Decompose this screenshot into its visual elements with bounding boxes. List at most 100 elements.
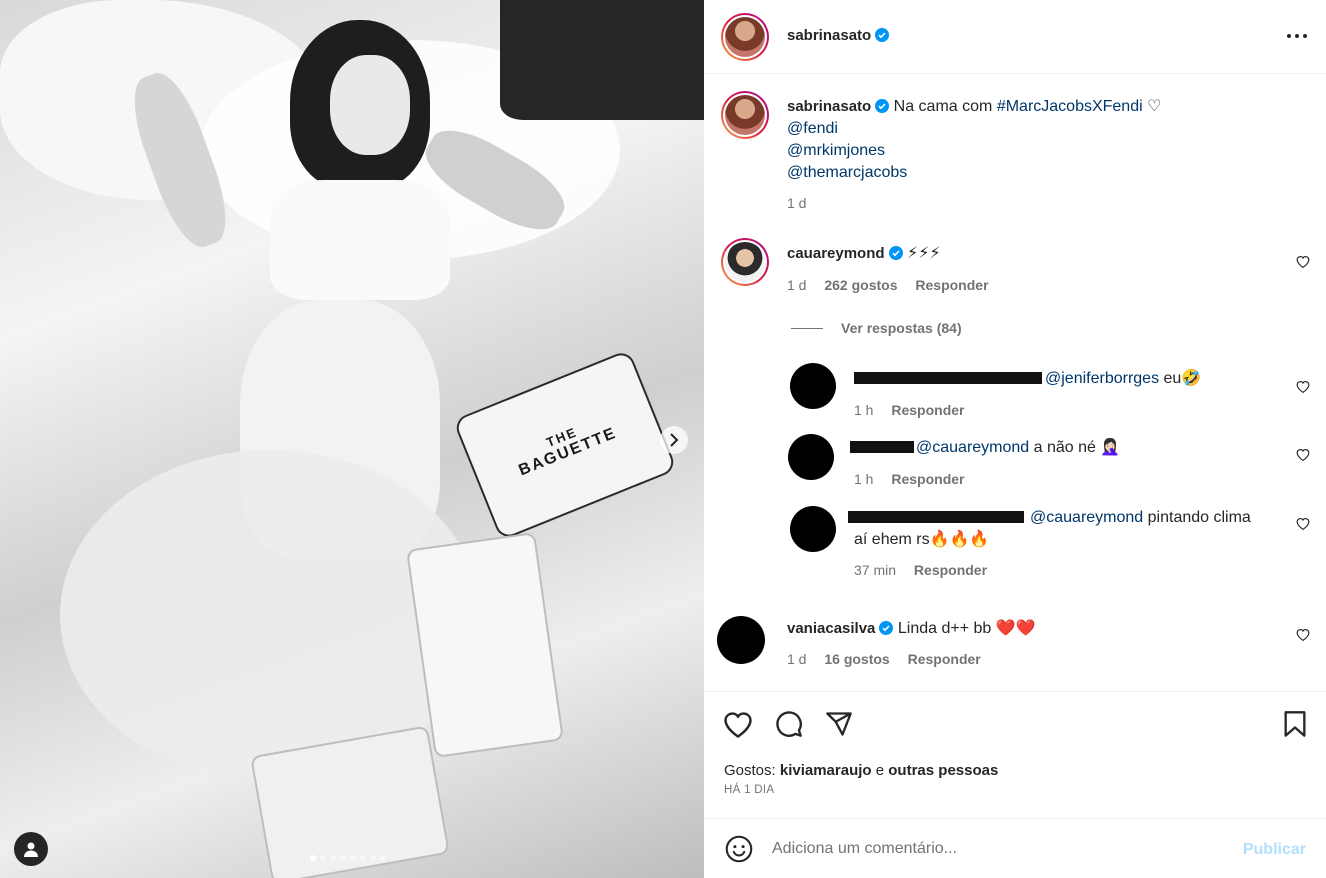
caption: sabrinasato Na cama com #MarcJacobsXFend… xyxy=(787,96,1287,184)
reply: @cauareymond a não né 🤦🏻‍♀️ xyxy=(916,437,1120,459)
reply-meta: 1 h Responder xyxy=(854,402,964,418)
mention-link[interactable]: @mrkimjones xyxy=(787,142,885,159)
comment-likes[interactable]: 262 gostos xyxy=(824,277,897,293)
comment-text: ⚡⚡⚡ xyxy=(907,245,941,262)
comment-likes[interactable]: 16 gostos xyxy=(824,651,889,667)
likes-connector: e xyxy=(875,762,885,779)
heart-icon[interactable] xyxy=(1296,380,1310,393)
mention-link[interactable]: @themarcjacobs xyxy=(787,164,907,181)
reply-button[interactable]: Responder xyxy=(908,651,981,667)
carousel-dot xyxy=(340,855,346,861)
comment-input[interactable] xyxy=(772,837,1212,861)
author-avatar[interactable] xyxy=(721,91,769,139)
mention-link[interactable]: @fendi xyxy=(787,120,838,137)
mention-link[interactable]: @cauareymond xyxy=(1030,509,1143,526)
reply-text: a não né 🤦🏻‍♀️ xyxy=(1033,439,1121,456)
comments-section: sabrinasato Na cama com #MarcJacobsXFend… xyxy=(704,74,1326,692)
reply-button[interactable]: Responder xyxy=(891,402,964,418)
verified-icon xyxy=(879,621,894,635)
post-header: sabrinasato xyxy=(704,0,1326,74)
reply-meta: 1 h Responder xyxy=(854,471,964,487)
face-shape xyxy=(330,55,410,155)
caption-time[interactable]: 1 d xyxy=(787,195,806,211)
reply-text: eu🤣 xyxy=(1163,370,1202,387)
reply: @cauareymond pintando clima xyxy=(1030,507,1280,529)
replies-divider xyxy=(791,328,823,329)
comment-username[interactable]: vaniacasilva xyxy=(787,620,875,637)
share-icon[interactable] xyxy=(824,710,854,738)
comment-time[interactable]: 1 d xyxy=(787,277,806,293)
heart-emoji: ♡ xyxy=(1147,98,1162,115)
reply-time[interactable]: 1 h xyxy=(854,402,873,418)
comment: vaniacasilva Linda d++ bb ❤️❤️ xyxy=(787,618,1036,640)
mention-link[interactable]: @jeniferborrges xyxy=(1045,370,1159,387)
comment-time[interactable]: 1 d xyxy=(787,651,806,667)
add-comment-bar: Publicar xyxy=(704,818,1326,878)
heart-icon[interactable] xyxy=(723,710,753,738)
reply-avatar[interactable] xyxy=(790,506,836,552)
emoji-icon[interactable] xyxy=(725,835,753,863)
reply-text-continued: aí ehem rs🔥🔥🔥 xyxy=(854,531,990,548)
carousel-dot xyxy=(360,855,366,861)
reply-time[interactable]: 37 min xyxy=(854,562,896,578)
comment-meta: 1 d 16 gostos Responder xyxy=(787,651,981,667)
comment-username[interactable]: cauareymond xyxy=(787,245,885,262)
comment-text: Linda d++ bb ❤️❤️ xyxy=(897,620,1036,637)
redacted-username xyxy=(848,511,1024,523)
reply-button[interactable]: Responder xyxy=(915,277,988,293)
post-date[interactable]: HÁ 1 DIA xyxy=(724,784,774,796)
heart-icon[interactable] xyxy=(1296,517,1310,530)
commenter-avatar[interactable] xyxy=(717,616,765,664)
verified-icon xyxy=(875,28,890,42)
reply-text: pintando clima xyxy=(1147,509,1251,526)
hashtag-link[interactable]: #MarcJacobsXFendi xyxy=(997,98,1143,115)
likes-summary: Gostos: kiviamaraujo e outras pessoas xyxy=(724,762,998,779)
action-bar xyxy=(704,692,1326,762)
reply-button[interactable]: Responder xyxy=(914,562,987,578)
carousel-dot xyxy=(370,855,376,861)
verified-icon xyxy=(875,99,890,113)
heart-icon[interactable] xyxy=(1296,448,1310,461)
carousel-dot xyxy=(380,855,386,861)
more-options-button[interactable] xyxy=(1286,24,1308,53)
reply-button[interactable]: Responder xyxy=(891,471,964,487)
post-sidebar: sabrinasato sabrinasato Na cama com #Mar… xyxy=(704,0,1326,878)
wall-shape xyxy=(500,0,704,120)
carousel-dot xyxy=(320,855,326,861)
author-avatar[interactable] xyxy=(721,13,769,61)
carousel-dot xyxy=(350,855,356,861)
reply-avatar[interactable] xyxy=(790,363,836,409)
liker-username[interactable]: kiviamaraujo xyxy=(780,762,872,779)
reply-time[interactable]: 1 h xyxy=(854,471,873,487)
other-likers[interactable]: outras pessoas xyxy=(888,762,998,779)
redacted-username xyxy=(854,372,1042,384)
likes-prefix: Gostos: xyxy=(724,762,776,779)
instagram-post-modal: THE BAGUETTE sabrinasato sabrinasato Na … xyxy=(0,0,1326,878)
reply: @jeniferborrges eu🤣 xyxy=(1045,368,1201,390)
comment-meta: 1 d 262 gostos Responder xyxy=(787,277,989,293)
heart-icon[interactable] xyxy=(1296,628,1310,641)
heart-icon[interactable] xyxy=(1296,255,1310,268)
caption-username[interactable]: sabrinasato xyxy=(787,98,871,115)
caption-text: Na cama com xyxy=(893,98,993,115)
user-tag-button[interactable] xyxy=(14,832,48,866)
chevron-right-icon xyxy=(670,433,679,447)
view-replies-button[interactable]: Ver respostas (84) xyxy=(841,320,962,336)
bookmark-icon[interactable] xyxy=(1282,710,1308,738)
carousel-indicator xyxy=(310,855,386,861)
mention-link[interactable]: @cauareymond xyxy=(916,439,1029,456)
post-image[interactable]: THE BAGUETTE xyxy=(0,0,704,878)
top-shape xyxy=(270,180,450,300)
reply-meta: 37 min Responder xyxy=(854,562,987,578)
verified-icon xyxy=(888,246,903,260)
carousel-dot xyxy=(310,855,316,861)
commenter-avatar[interactable] xyxy=(721,238,769,286)
publish-button[interactable]: Publicar xyxy=(1243,841,1306,859)
comment-icon[interactable] xyxy=(774,710,804,738)
carousel-dot xyxy=(330,855,336,861)
reply-avatar[interactable] xyxy=(788,434,834,480)
author-username[interactable]: sabrinasato xyxy=(787,27,871,44)
redacted-username xyxy=(850,441,914,453)
next-image-button[interactable] xyxy=(660,426,688,454)
more-icon xyxy=(1287,34,1307,38)
